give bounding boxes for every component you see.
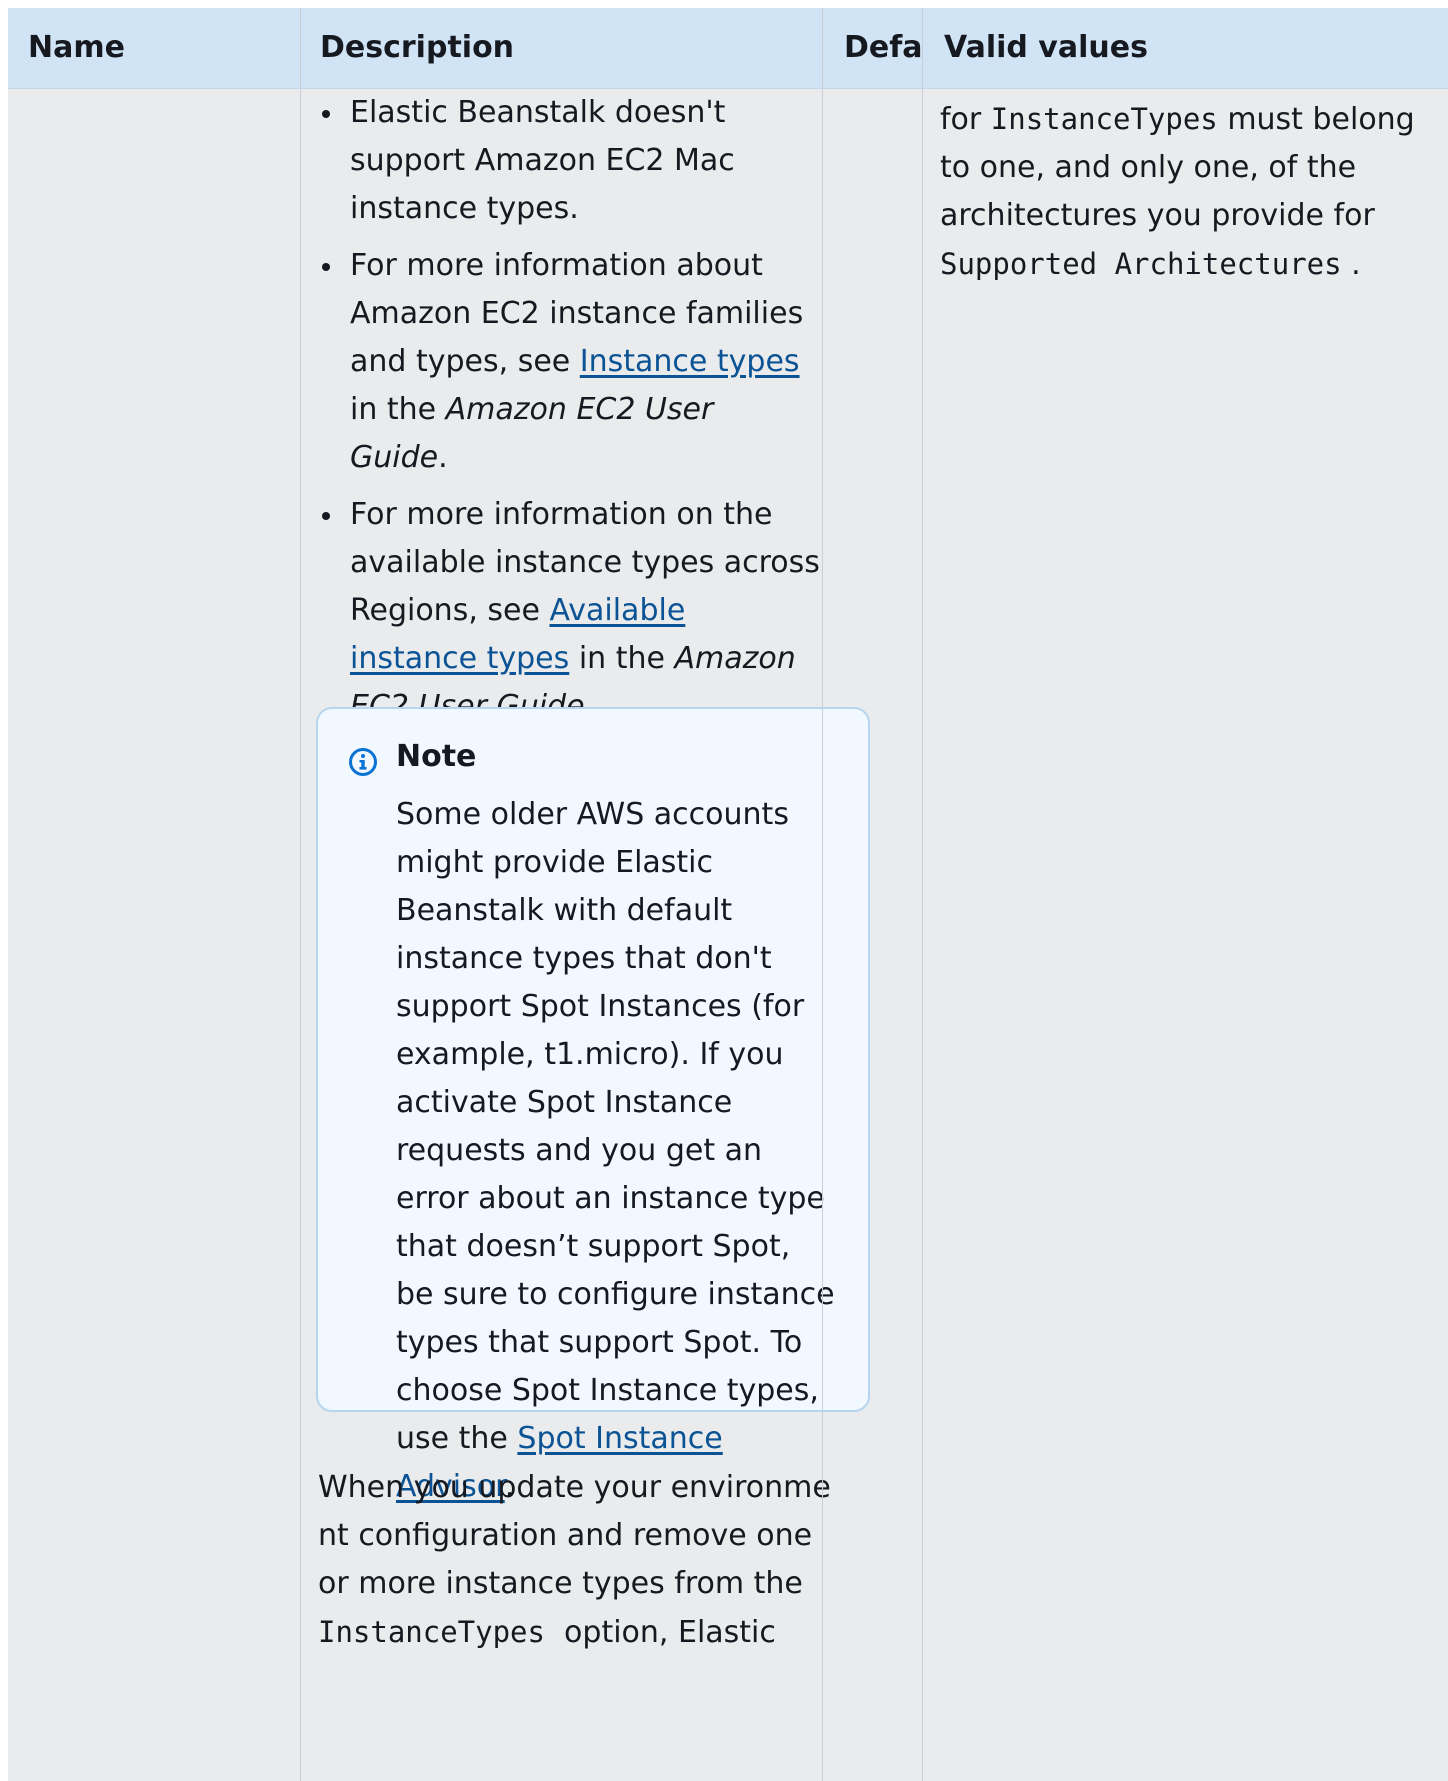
bullet-text: in the — [569, 641, 675, 676]
description-paragraph: When you update your environme nt config… — [318, 1464, 838, 1657]
valid-text: for — [940, 102, 991, 137]
note-title: Note — [396, 739, 477, 774]
note-box: Note Some older AWS accounts might provi… — [316, 707, 870, 1504]
bullet-text: . — [438, 440, 448, 475]
column-divider — [300, 8, 301, 1781]
table-header: Name Description Default Valid values — [8, 8, 1448, 89]
valid-text: . — [1341, 247, 1361, 282]
header-description: Description — [320, 30, 515, 65]
bullet-text: in the — [350, 392, 446, 427]
header-valid-values: Valid values — [944, 30, 1148, 65]
note-body: Some older AWS accounts might provide El… — [396, 791, 836, 1511]
list-item: For more information about Amazon EC2 in… — [318, 242, 820, 482]
note-text: Some older AWS accounts might provide El… — [396, 797, 835, 1456]
list-item: For more information on the available in… — [318, 491, 820, 731]
header-default: Default — [844, 30, 922, 65]
paragraph-text: When you update your environme nt config… — [318, 1470, 831, 1601]
column-divider — [922, 8, 923, 1781]
header-name: Name — [28, 30, 125, 65]
code-instancetypes: InstanceTypes — [990, 102, 1218, 136]
code-supported-architectures: Supported Architectures — [940, 247, 1342, 281]
column-divider — [822, 8, 823, 1781]
table-row: Elastic Beanstalk doesn't support Amazon… — [8, 89, 1448, 1781]
valid-values-cell: for InstanceTypes must belong to one, an… — [940, 95, 1446, 289]
instance-types-link[interactable]: Instance types — [580, 344, 800, 379]
list-item: Elastic Beanstalk doesn't support Amazon… — [318, 89, 820, 233]
paragraph-text: option, Elastic — [544, 1615, 776, 1650]
code-instancetypes: InstanceTypes — [318, 1615, 545, 1649]
bullet-text: Elastic Beanstalk doesn't support Amazon… — [350, 95, 735, 226]
description-bullet-list: Elastic Beanstalk doesn't support Amazon… — [318, 89, 878, 731]
options-table: Name Description Default Valid values El… — [8, 8, 1448, 1781]
description-cell: Elastic Beanstalk doesn't support Amazon… — [318, 89, 878, 740]
info-icon — [349, 748, 377, 776]
